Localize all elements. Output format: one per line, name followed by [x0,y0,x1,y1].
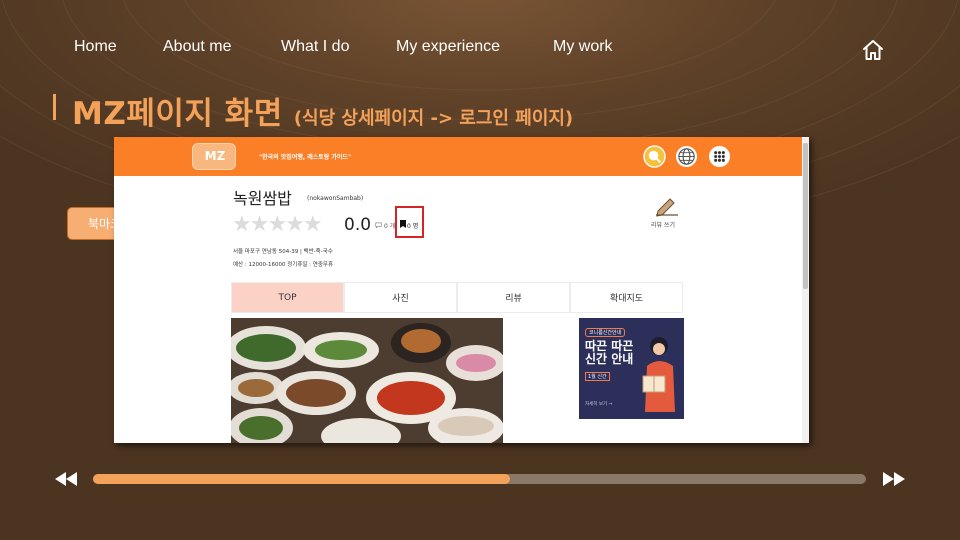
progress-fill [93,474,511,484]
nav-my-experience[interactable]: My experience [396,38,500,56]
rewind-icon[interactable] [55,472,77,486]
restaurant-budget: 예산 : 12000-16000 정기휴일 : 연중무휴 [233,262,334,268]
restaurant-name-en: (nokawonSambab) [307,195,364,202]
tab-reviews[interactable]: 리뷰 [457,282,570,313]
bookmark-count: 0 명 [407,223,419,230]
logo-text: MZ [204,149,226,163]
ad-subtitle: 1월 신간 [585,372,610,381]
restaurant-address: 서울 마포구 연남동 504-39 | 백반-죽-국수 [233,249,333,255]
write-review-label[interactable]: 리뷰 쓰기 [651,220,675,229]
title-subtitle: (식당 상세페이지 -> 로그인 페이지) [293,108,574,129]
ad-title: 따끈 따끈 신간 안내 [585,339,634,366]
detail-tabs: TOP 사진 리뷰 확대지도 [231,282,684,313]
write-review-icon[interactable] [654,195,680,217]
site-logo[interactable]: MZ [192,143,236,170]
ad-badge: 코니름신간안내 [585,328,626,337]
restaurant-page-screenshot: MZ "한국의 맛집여행, 레스토랑 가이드" 녹원쌈밥 (nokawonSam… [114,137,809,443]
site-slogan: "한국의 맛집여행, 레스토랑 가이드" [259,154,352,161]
home-icon[interactable] [861,38,885,62]
comment-icon [375,222,382,228]
tab-top[interactable]: TOP [231,282,344,313]
nav-what-i-do[interactable]: What I do [281,38,349,56]
top-nav: Home About me What I do My experience My… [0,38,960,62]
restaurant-name: 녹원쌈밥 [233,189,292,208]
review-count: 0 개 [384,223,396,230]
star-rating[interactable]: ★★★★★ [232,212,323,237]
ad-footer: 자세히 보기 → [585,402,613,407]
bookmark-icon[interactable] [400,220,406,228]
nav-my-work[interactable]: My work [553,38,613,56]
tab-photos[interactable]: 사진 [344,282,457,313]
food-photo [231,318,503,443]
nav-home[interactable]: Home [74,38,117,56]
nav-about-me[interactable]: About me [163,38,231,56]
site-header: MZ "한국의 맛집여행, 레스토랑 가이드" [114,137,802,176]
user-icon[interactable] [643,145,666,168]
tab-map[interactable]: 확대지도 [570,282,683,313]
title-main: MZ페이지 화면 [72,96,283,132]
globe-icon[interactable] [675,145,698,168]
progress-track[interactable] [93,474,866,484]
page-title: MZ페이지 화면 (식당 상세페이지 -> 로그인 페이지) [72,88,573,133]
scrollbar-thumb[interactable] [803,143,808,289]
rating-value: 0.0 [344,215,372,235]
reading-woman-illustration [642,337,675,412]
title-accent-bar [53,94,56,120]
grid-icon[interactable] [708,145,731,168]
book-advertisement[interactable]: 코니름신간안내 따끈 따끈 신간 안내 1월 신간 자세히 보기 → [579,318,684,419]
fast-forward-icon[interactable] [883,472,905,486]
